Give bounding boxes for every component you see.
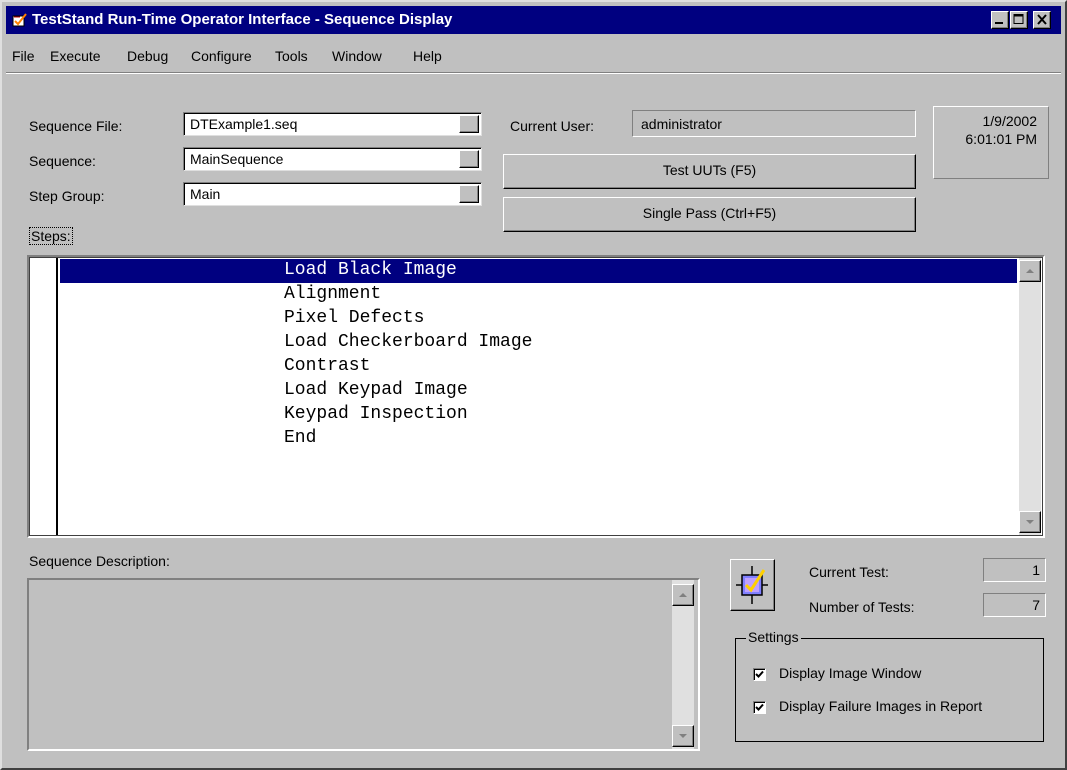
current-user-value: administrator [641,116,722,132]
menu-configure[interactable]: Configure [191,48,252,64]
close-button[interactable] [1033,11,1051,29]
steps-scroll-down-button[interactable] [1019,511,1041,533]
menu-help[interactable]: Help [413,48,442,64]
step-row[interactable]: Alignment [60,283,1017,307]
sequence-file-value: DTExample1.seq [190,116,298,132]
sequence-description-box[interactable] [27,578,700,751]
sequence-label: Sequence: [29,153,96,169]
maximize-icon [1013,14,1024,24]
step-row[interactable]: Load Keypad Image [60,379,1017,403]
number-of-tests-field: 7 [983,593,1046,617]
description-scroll-up-button[interactable] [672,584,694,606]
number-of-tests-label: Number of Tests: [809,599,915,615]
number-of-tests-value: 7 [1032,597,1040,613]
sequence-combo[interactable]: MainSequence [183,147,482,171]
time-text: 6:01:01 PM [965,131,1037,147]
display-image-window-label[interactable]: Display Image Window [779,665,921,681]
step-group-value: Main [190,186,221,202]
sequence-value: MainSequence [190,151,284,167]
sequence-file-label: Sequence File: [29,118,123,134]
window-title: TestStand Run-Time Operator Interface - … [32,11,453,28]
current-user-label: Current User: [510,118,595,134]
display-failure-images-label[interactable]: Display Failure Images in Report [779,698,982,714]
checkmark-icon [755,670,764,678]
step-row[interactable]: Pixel Defects [60,307,1017,331]
current-test-field: 1 [983,558,1046,582]
step-row[interactable]: Keypad Inspection [60,403,1017,427]
current-test-value: 1 [1032,562,1040,578]
menu-window[interactable]: Window [332,48,382,64]
step-group-combo[interactable]: Main [183,182,482,206]
description-scroll-down-button[interactable] [672,725,694,747]
step-row[interactable]: Contrast [60,355,1017,379]
settings-group: Settings Display Image Window Display Fa… [735,629,1044,742]
steps-label: Steps: [29,227,73,245]
step-row[interactable]: End [60,427,1017,451]
menu-bar: File Execute Debug Configure Tools Windo… [6,36,1061,74]
single-pass-label: Single Pass (Ctrl+F5) [642,205,777,221]
menu-tools[interactable]: Tools [275,48,308,64]
settings-title: Settings [746,629,801,645]
single-pass-button[interactable]: Single Pass (Ctrl+F5) [503,197,916,232]
test-uuts-button[interactable]: Test UUTs (F5) [503,154,916,189]
maximize-button[interactable] [1010,11,1028,29]
current-test-label: Current Test: [809,564,889,580]
scroll-down-arrow-icon [1026,520,1034,524]
minimize-button[interactable] [991,11,1009,29]
menu-execute[interactable]: Execute [50,48,101,64]
teststand-app-icon [12,13,27,27]
checklist-icon [736,566,768,604]
step-group-label: Step Group: [29,188,105,204]
sequence-dropdown-button[interactable] [459,150,479,168]
title-bar[interactable]: TestStand Run-Time Operator Interface - … [6,6,1061,34]
step-row[interactable]: Load Checkerboard Image [60,331,1017,355]
scroll-up-arrow-icon [1026,269,1034,273]
current-user-field: administrator [632,110,916,137]
scroll-down-arrow-icon [679,734,687,738]
steps-list[interactable]: Load Black Image Alignment Pixel Defects… [27,255,1045,538]
app-window: TestStand Run-Time Operator Interface - … [0,0,1067,770]
display-image-window-checkbox[interactable] [753,668,766,681]
sequence-file-combo[interactable]: DTExample1.seq [183,112,482,136]
scroll-up-arrow-icon [679,593,687,597]
step-group-dropdown-button[interactable] [459,185,479,203]
date-text: 1/9/2002 [982,113,1038,129]
sequence-file-dropdown-button[interactable] [459,115,479,133]
minimize-icon [995,22,1003,24]
step-row[interactable]: Load Black Image [60,259,1017,283]
steps-scroll-up-button[interactable] [1019,260,1041,282]
test-uuts-label: Test UUTs (F5) [662,162,757,178]
display-failure-images-checkbox[interactable] [753,701,766,714]
run-tests-icon-button[interactable] [730,559,775,611]
menu-file[interactable]: File [12,48,35,64]
sequence-description-label: Sequence Description: [29,553,170,569]
datetime-display: 1/9/2002 6:01:01 PM [933,106,1049,179]
steps-gutter [30,258,58,535]
checkmark-icon [755,703,764,711]
menu-debug[interactable]: Debug [127,48,168,64]
steps-scrollbar[interactable] [1019,258,1041,535]
description-scrollbar[interactable] [672,580,694,749]
close-icon [1037,14,1047,25]
